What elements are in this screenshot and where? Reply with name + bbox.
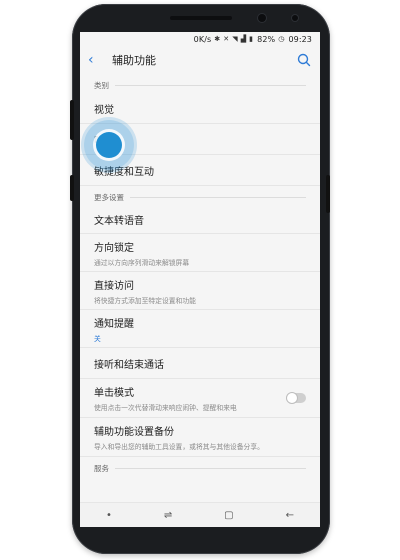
page-title: 辅助功能 [112, 54, 156, 67]
battery-level: 82% [257, 34, 276, 44]
volume-button [70, 100, 74, 140]
list-item-direction-lock[interactable]: 方向锁定 通过以方向序列滑动来解锁屏幕 [80, 234, 320, 272]
status-bar: 0K/s ✱ ✕ ◥ ▟ ▮ 82% ◷ 09:23 [80, 32, 320, 46]
item-label: 单击模式 [94, 388, 134, 399]
section-header-label: 类别 [94, 81, 109, 90]
item-label: 通知提醒 [94, 318, 134, 330]
item-subtitle: 使用点击一次代替滑动来响应闹钟、提醒和来电 [94, 404, 237, 412]
navigation-bar: • ⇌ ▢ ← [80, 502, 320, 527]
item-label: 接听和结束通话 [94, 359, 164, 371]
single-tap-toggle[interactable] [286, 392, 306, 404]
alarm-icon: ◷ [278, 35, 285, 43]
phone-screen: 0K/s ✱ ✕ ◥ ▟ ▮ 82% ◷ 09:23 ‹ 辅助功能 类别 视觉 … [80, 32, 320, 526]
list-item-text-to-speech[interactable]: 文本转语音 [80, 205, 320, 234]
item-label: 视觉 [94, 104, 114, 116]
item-label: 辅助功能设置备份 [94, 427, 174, 438]
wifi-icon: ◥ [232, 35, 238, 43]
battery-icon: ▮ [249, 35, 254, 43]
list-item-notification-reminder[interactable]: 通知提醒 关 [80, 310, 320, 348]
sensor [292, 15, 298, 21]
list-item-vision[interactable]: 视觉 [80, 93, 320, 124]
item-subtitle: 将快捷方式添加至特定设置和功能 [94, 296, 196, 305]
list-item-direct-access[interactable]: 直接访问 将快捷方式添加至特定设置和功能 [80, 272, 320, 310]
bixby-button [70, 175, 74, 201]
search-icon[interactable] [296, 52, 312, 68]
divider [130, 197, 306, 198]
home-icon[interactable]: ▢ [224, 510, 233, 521]
section-header-services: 服务 [80, 457, 320, 476]
touch-indicator [96, 132, 122, 158]
clock: 09:23 [288, 34, 312, 44]
dot-indicator-icon: • [105, 509, 112, 521]
item-label: 敏捷度和互动 [94, 166, 154, 178]
network-speed: 0K/s [193, 34, 212, 44]
item-subtitle: 通过以方向序列滑动来解锁屏幕 [94, 258, 190, 267]
item-label: 直接访问 [94, 280, 134, 292]
earpiece-speaker [170, 16, 232, 20]
list-item-single-tap-mode[interactable]: 单击模式 使用点击一次代替滑动来响应闹钟、提醒和来电 [80, 379, 320, 418]
bluetooth-icon: ✱ [214, 35, 221, 43]
item-label: 方向锁定 [94, 242, 134, 254]
item-subtitle: 导入和导出您的辅助工具设置，或将其与其他设备分享。 [94, 443, 264, 451]
signal-icon: ▟ [240, 35, 247, 43]
section-header-more-settings: 更多设置 [80, 186, 320, 205]
toggle-knob [286, 392, 298, 404]
mute-icon: ✕ [223, 35, 230, 43]
power-button [326, 175, 330, 213]
divider [115, 85, 306, 86]
recent-apps-icon[interactable]: ⇌ [164, 510, 172, 521]
list-item-settings-backup[interactable]: 辅助功能设置备份 导入和导出您的辅助工具设置，或将其与其他设备分享。 [80, 418, 320, 457]
app-bar: ‹ 辅助功能 [80, 46, 320, 74]
section-header-label: 服务 [94, 464, 109, 473]
front-camera [258, 14, 266, 22]
back-icon[interactable]: ← [286, 510, 294, 521]
divider [115, 468, 306, 469]
section-header-label: 更多设置 [94, 193, 124, 202]
item-status: 关 [94, 334, 101, 343]
item-label: 文本转语音 [94, 215, 144, 227]
section-header-categories: 类别 [80, 74, 320, 93]
back-arrow-icon[interactable]: ‹ [88, 52, 108, 68]
list-item-answer-end-calls[interactable]: 接听和结束通话 [80, 348, 320, 379]
